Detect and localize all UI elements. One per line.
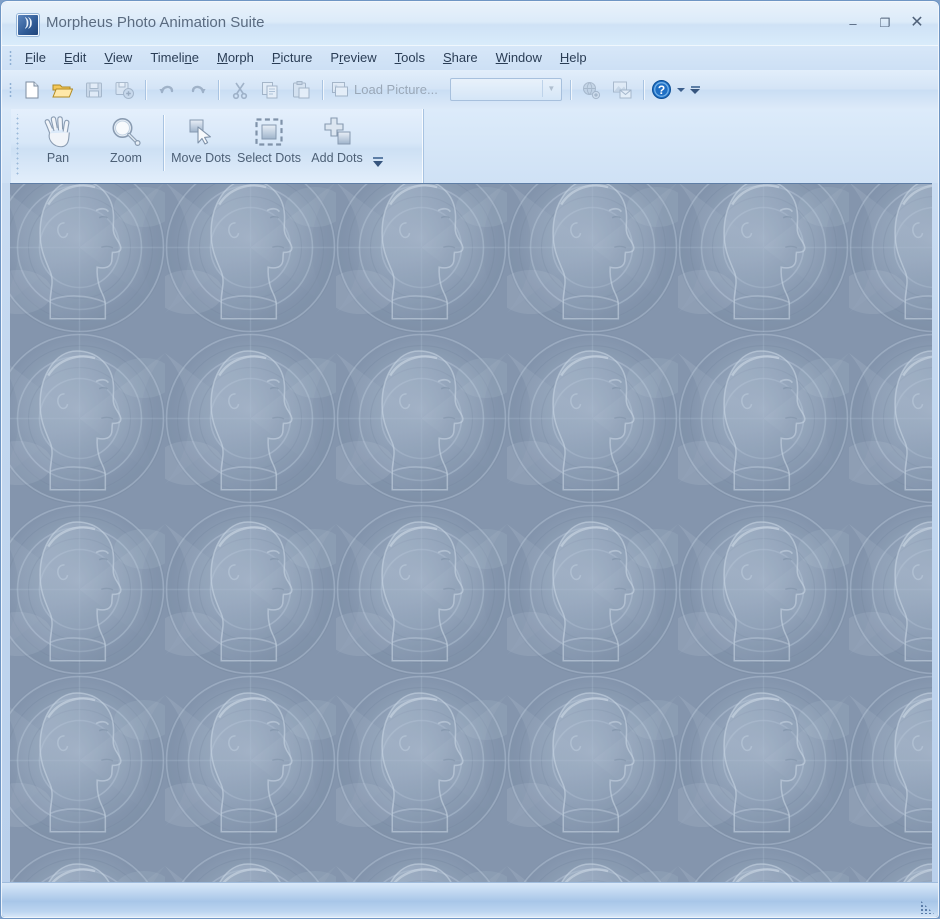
menu-item-timeline[interactable]: Timeline	[141, 47, 208, 69]
tool-label: Zoom	[110, 151, 142, 165]
menu-item-file[interactable]: File	[16, 47, 55, 69]
svg-text:?: ?	[658, 83, 665, 97]
tool-label: Select Dots	[237, 151, 301, 165]
load-picture-button[interactable]: Load Picture...	[328, 77, 444, 103]
tool-move-dots[interactable]: Move Dots	[167, 111, 235, 181]
paste-button[interactable]	[287, 75, 316, 104]
application-window: )) Morpheus Photo Animation Suite – ❐ ✕ …	[0, 0, 940, 919]
save-as-icon	[115, 81, 134, 99]
cut-button[interactable]	[225, 75, 254, 104]
tools-overflow-button[interactable]	[371, 111, 385, 181]
new-button[interactable]	[17, 75, 46, 104]
document-canvas[interactable]	[10, 183, 932, 884]
redo-button[interactable]	[183, 75, 212, 104]
scissors-icon	[232, 82, 247, 99]
tools-toolbar: Pan Zoom Move Dots Select Dots Add Dots	[11, 109, 424, 183]
help-button[interactable]: ?	[650, 75, 674, 104]
close-icon: ✕	[910, 14, 924, 31]
toolbar-separator	[569, 79, 571, 100]
tool-label: Move Dots	[171, 151, 231, 165]
new-document-icon	[25, 81, 38, 98]
select-dots-icon	[250, 111, 288, 153]
copy-icon	[262, 81, 278, 98]
menu-item-share[interactable]: Share	[434, 47, 487, 69]
tools-drag-grip[interactable]	[13, 114, 22, 176]
toolbar-drag-grip[interactable]	[6, 80, 15, 99]
chevron-down-icon[interactable]: ▼	[541, 80, 560, 97]
menu-bar: File Edit View Timeline Morph Picture Preview T…	[2, 46, 938, 70]
toolbar-separator	[642, 79, 644, 100]
chevron-down-icon	[676, 87, 685, 92]
toolbar-separator	[218, 79, 219, 100]
tool-label: Add Dots	[311, 151, 363, 165]
menu-drag-grip[interactable]	[6, 49, 15, 67]
menu-item-tools[interactable]: Tools	[386, 47, 434, 69]
share-web-button[interactable]	[577, 75, 606, 104]
picture-combo-box[interactable]: ▼	[449, 78, 562, 101]
open-folder-icon	[52, 84, 73, 97]
undo-button[interactable]	[152, 75, 181, 104]
help-dropdown-button[interactable]	[675, 87, 687, 92]
minimize-button[interactable]: –	[840, 12, 866, 34]
redo-arrow-icon	[191, 85, 206, 93]
resize-grip-icon[interactable]	[920, 900, 934, 914]
minimize-icon: –	[849, 15, 857, 31]
open-button[interactable]	[48, 75, 77, 104]
globe-share-icon	[583, 81, 601, 99]
undo-arrow-icon	[158, 85, 173, 93]
maximize-icon: ❐	[879, 16, 891, 30]
save-as-button[interactable]	[110, 75, 139, 104]
title-bar[interactable]: )) Morpheus Photo Animation Suite – ❐ ✕	[2, 2, 938, 46]
menu-item-view[interactable]: View	[95, 47, 141, 69]
save-disk-icon	[85, 82, 102, 97]
toolbar-overflow-icon	[373, 157, 383, 159]
menu-item-window[interactable]: Window	[487, 47, 551, 69]
menu-item-morph[interactable]: Morph	[208, 47, 263, 69]
tools-separator	[163, 115, 164, 171]
paste-icon	[293, 80, 310, 98]
tool-zoom[interactable]: Zoom	[92, 111, 160, 181]
copy-button[interactable]	[256, 75, 285, 104]
toolbar-overflow-icon	[690, 85, 700, 88]
menu-item-preview[interactable]: Preview	[321, 47, 385, 69]
tools-toolbar-strip: Pan Zoom Move Dots Select Dots Add Dots	[2, 109, 938, 183]
load-picture-label: Load Picture...	[354, 82, 438, 97]
close-button[interactable]: ✕	[904, 12, 930, 34]
magnifier-icon	[107, 111, 145, 153]
app-icon[interactable]: ))	[17, 14, 39, 36]
add-dots-icon	[318, 111, 356, 153]
standard-toolbar: Load Picture... ▼ ?	[2, 70, 938, 109]
toolbar-separator	[145, 79, 146, 100]
tiled-face-profile-wallpaper	[10, 184, 932, 884]
move-dots-icon	[182, 111, 220, 153]
status-bar	[2, 882, 938, 917]
email-picture-icon	[613, 81, 632, 98]
menu-item-picture[interactable]: Picture	[263, 47, 321, 69]
menu-item-edit[interactable]: Edit	[55, 47, 95, 69]
help-question-icon: ?	[652, 80, 672, 99]
share-email-button[interactable]	[608, 75, 637, 104]
picture-icon	[332, 82, 348, 97]
tool-add-dots[interactable]: Add Dots	[303, 111, 371, 181]
toolbar-separator	[322, 79, 323, 100]
save-button[interactable]	[79, 75, 108, 104]
tool-select-dots[interactable]: Select Dots	[235, 111, 303, 181]
menu-item-help[interactable]: Help	[551, 47, 596, 69]
toolbar-overflow-button[interactable]	[689, 75, 702, 105]
hand-pan-icon	[39, 111, 77, 153]
window-title: Morpheus Photo Animation Suite	[46, 14, 265, 31]
tool-pan[interactable]: Pan	[24, 111, 92, 181]
tool-label: Pan	[46, 151, 70, 165]
maximize-button[interactable]: ❐	[872, 12, 898, 34]
